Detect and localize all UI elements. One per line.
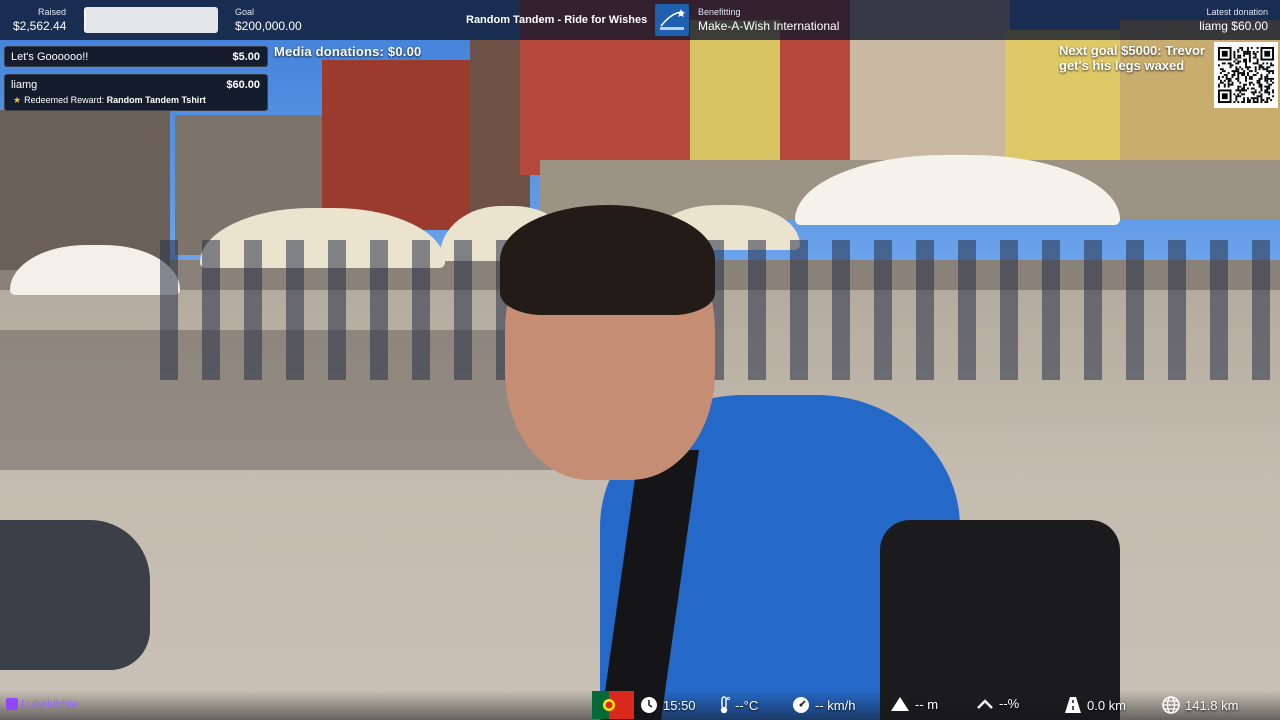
distance-readout: 0.0 km [1064,696,1126,714]
temperature-readout: --°C [718,696,758,714]
incline-readout: --% [976,696,1019,711]
reward-name: Random Tandem Tshirt [106,95,206,105]
goal-stat: Goal $200,000.00 [235,7,302,33]
speed-readout: -- km/h [792,696,855,714]
goal-label: Goal [235,7,255,17]
thermometer-icon [720,696,730,714]
beneficiary-stat: Benefitting Make-A-Wish International [698,7,839,33]
portugal-flag-icon [592,691,634,719]
donation-amount: $60.00 [226,79,260,91]
latest-donation-stat: Latest donation liamg $60.00 [1199,7,1268,33]
next-goal-text: Next goal $5000: Trevor get's his legs w… [1059,43,1205,73]
event-title: Random Tandem - Ride for Wishes [466,14,648,26]
crowd [160,240,1270,380]
star-icon: ★ [13,95,22,105]
donation-alert: Let's Goooooo!! $5.00 [4,46,268,67]
beneficiary-label: Benefitting [698,7,741,17]
donor-name: liamg [11,79,38,91]
qr-code-icon [1214,42,1278,108]
latest-donation-label: Latest donation [1206,7,1268,17]
raised-label: Raised [37,7,66,17]
donation-topbar: Raised $2,562.44 Goal $200,000.00 Random… [0,0,1280,40]
incline-chevron-icon [977,698,993,709]
goal-progress-fill [84,7,86,33]
incline-value: --% [999,696,1020,711]
goal-value: $200,000.00 [235,19,302,33]
building [322,60,472,230]
clock-readout: 15:50 [640,696,696,714]
streamer-hair [500,205,715,315]
mountain-icon [891,697,909,711]
twitch-icon [6,698,18,710]
road-icon [1065,697,1081,713]
speed-value: -- km/h [815,697,856,713]
globe-icon [1162,696,1180,714]
streamer-name-tag: Lukekibble [6,697,78,711]
streamer-name: Lukekibble [21,697,79,711]
make-a-wish-logo-icon [655,4,689,36]
clock-icon [641,697,657,713]
goal-progress-bar [84,7,218,33]
temperature-value: --°C [735,697,759,713]
raised-stat: Raised $2,562.44 [13,7,70,33]
latest-donation-value: liamg $60.00 [1199,19,1268,33]
media-donations-total: Media donations: $0.00 [274,44,422,59]
donation-amount: $5.00 [232,51,260,63]
time-value: 15:50 [663,697,696,713]
reward-prefix: Redeemed Reward: [24,95,105,105]
raised-value: $2,562.44 [13,19,67,33]
speedometer-icon [793,697,809,713]
altitude-readout: -- m [890,696,938,712]
distance-value: 0.0 km [1087,697,1127,713]
building [690,20,780,160]
total-distance-value: 141.8 km [1185,697,1239,713]
total-distance-readout: 141.8 km [1162,696,1238,714]
bicycle [0,520,150,670]
donation-alert: liamg $60.00 ★ Redeemed Reward: Random Ta… [4,74,268,111]
altitude-value: -- m [915,696,939,712]
beneficiary-name: Make-A-Wish International [698,19,840,33]
donor-name: Let's Goooooo!! [11,51,89,63]
redeemed-reward: ★ Redeemed Reward: Random Tandem Tshirt [13,95,206,106]
